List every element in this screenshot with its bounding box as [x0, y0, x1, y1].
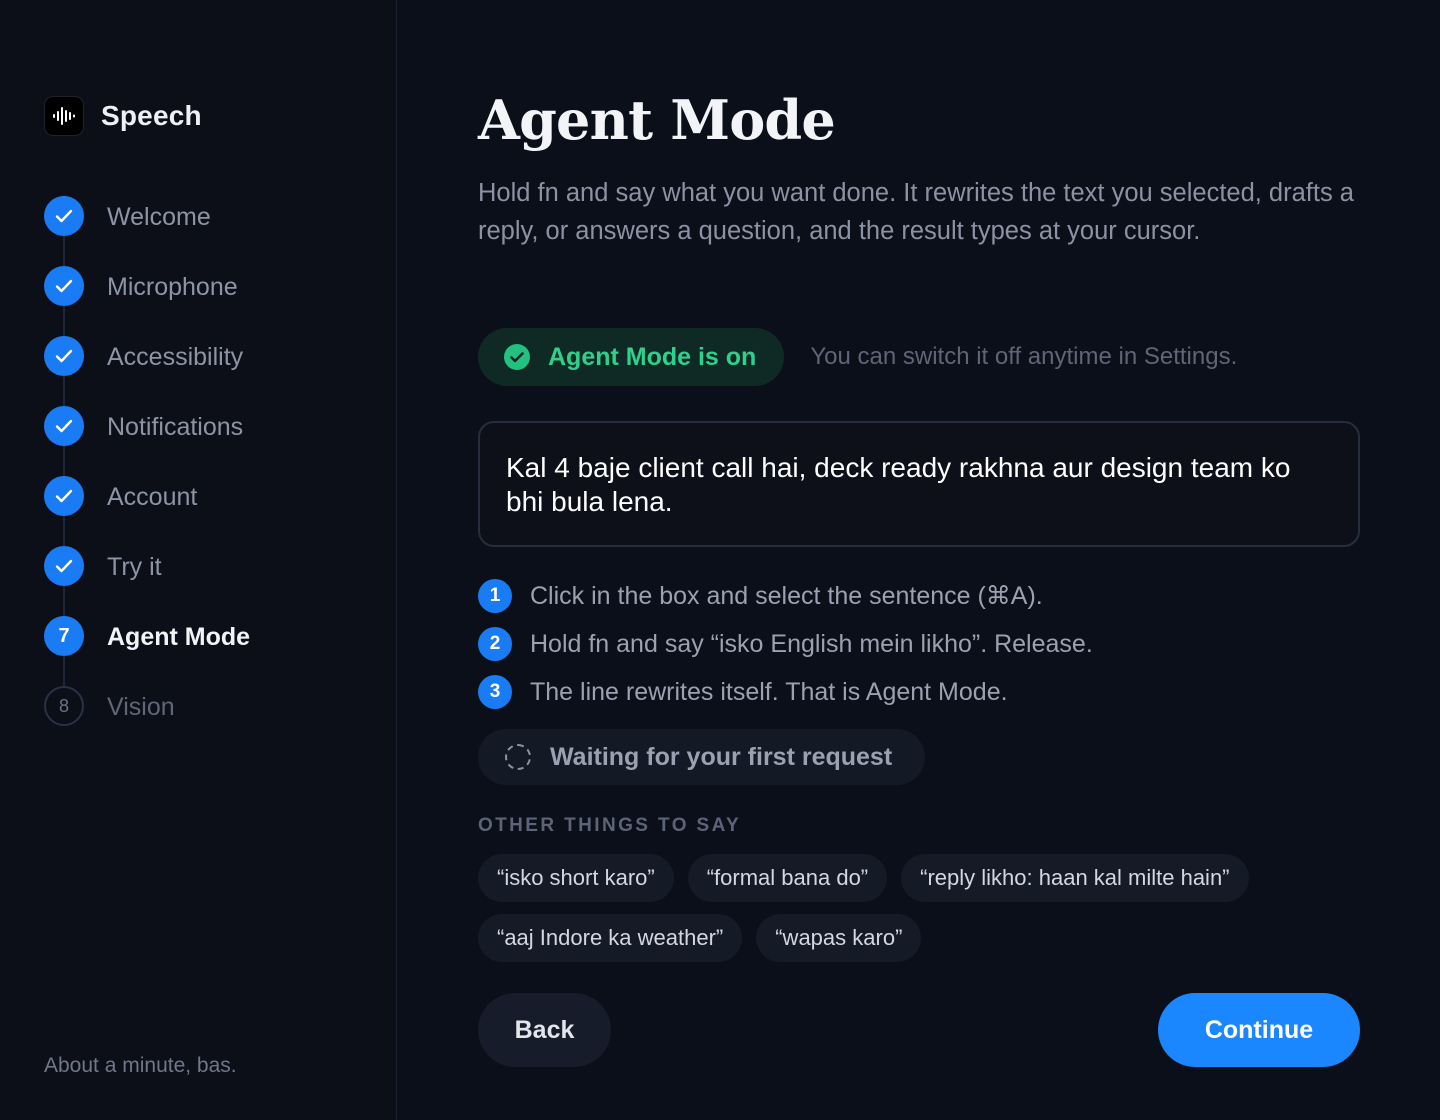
step-connector — [63, 306, 65, 336]
step-label: Try it — [107, 553, 162, 581]
instruction-item: 3 The line rewrites itself. That is Agen… — [478, 668, 1093, 716]
step-account: Account — [44, 476, 250, 546]
chip-row: “isko short karo” “formal bana do” “repl… — [478, 854, 1360, 902]
suggestion-chip[interactable]: “isko short karo” — [478, 854, 674, 902]
step-accessibility: Accessibility — [44, 336, 250, 406]
instruction-text: The line rewrites itself. That is Agent … — [530, 677, 1008, 706]
brand: Speech — [44, 96, 202, 136]
step-label: Notifications — [107, 413, 244, 441]
instruction-item: 1 Click in the box and select the senten… — [478, 572, 1093, 620]
status-badge: Agent Mode is on — [478, 328, 785, 386]
status-label: Agent Mode is on — [548, 342, 757, 371]
suggestion-chips: “isko short karo” “formal bana do” “repl… — [478, 854, 1360, 974]
step-microphone: Microphone — [44, 266, 250, 336]
main-content: Agent Mode Hold fn and say what you want… — [478, 0, 1360, 1120]
instruction-text: Click in the box and select the sentence… — [530, 582, 1043, 610]
check-circle-icon — [504, 344, 530, 370]
step-label: Account — [107, 483, 198, 511]
check-icon — [44, 546, 84, 586]
waiting-status: Waiting for your first request — [478, 729, 925, 785]
step-agent-mode: 7 Agent Mode — [44, 616, 250, 686]
brand-name: Speech — [101, 100, 202, 131]
check-icon — [44, 196, 84, 236]
check-icon — [44, 336, 84, 376]
step-welcome: Welcome — [44, 196, 250, 266]
suggestion-chip[interactable]: “wapas karo” — [756, 914, 922, 962]
check-icon — [44, 476, 84, 516]
step-connector — [63, 516, 65, 546]
status-row: Agent Mode is on You can switch it off a… — [478, 328, 1237, 386]
step-number: 7 — [44, 616, 84, 656]
sidebar-footer-note: About a minute, bas. — [44, 1054, 237, 1077]
suggestion-chip[interactable]: “reply likho: haan kal milte hain” — [901, 854, 1249, 902]
spinner-icon — [505, 744, 531, 770]
check-icon — [44, 266, 84, 306]
suggestion-chip[interactable]: “formal bana do” — [687, 854, 888, 902]
step-number: 8 — [44, 686, 84, 726]
instruction-text: Hold fn and say “isko English mein likho… — [530, 629, 1093, 658]
step-connector — [63, 236, 65, 266]
instruction-number: 2 — [478, 627, 512, 661]
instructions-list: 1 Click in the box and select the senten… — [478, 572, 1093, 716]
instruction-item: 2 Hold fn and say “isko English mein lik… — [478, 620, 1093, 668]
waveform-icon — [44, 96, 84, 136]
step-notifications: Notifications — [44, 406, 250, 476]
step-connector — [63, 586, 65, 616]
waiting-label: Waiting for your first request — [550, 742, 893, 771]
chip-row: “aaj Indore ka weather” “wapas karo” — [478, 914, 1360, 962]
step-try-it: Try it — [44, 546, 250, 616]
step-connector — [63, 656, 65, 686]
status-hint: You can switch it off anytime in Setting… — [810, 343, 1238, 370]
page-title: Agent Mode — [478, 88, 836, 152]
instruction-number: 1 — [478, 579, 512, 613]
demo-text-box[interactable]: Kal 4 baje client call hai, deck ready r… — [478, 421, 1360, 547]
step-label: Agent Mode — [107, 623, 251, 651]
step-vision: 8 Vision — [44, 686, 250, 756]
step-label: Vision — [107, 693, 175, 721]
onboarding-steps: Welcome Microphone Accessibility Notific… — [44, 196, 250, 756]
step-label: Accessibility — [107, 343, 244, 371]
suggestion-chip[interactable]: “aaj Indore ka weather” — [478, 914, 743, 962]
step-connector — [63, 376, 65, 406]
back-button[interactable]: Back — [478, 993, 611, 1067]
instruction-number: 3 — [478, 675, 512, 709]
page-description: Hold fn and say what you want done. It r… — [478, 179, 1354, 245]
step-label: Welcome — [107, 203, 211, 231]
continue-button[interactable]: Continue — [1158, 993, 1360, 1067]
check-icon — [44, 406, 84, 446]
step-connector — [63, 446, 65, 476]
step-label: Microphone — [107, 273, 238, 301]
suggestions-heading: OTHER THINGS TO SAY — [478, 815, 742, 836]
sidebar: Speech Welcome Microphone Accessibility — [0, 0, 397, 1120]
